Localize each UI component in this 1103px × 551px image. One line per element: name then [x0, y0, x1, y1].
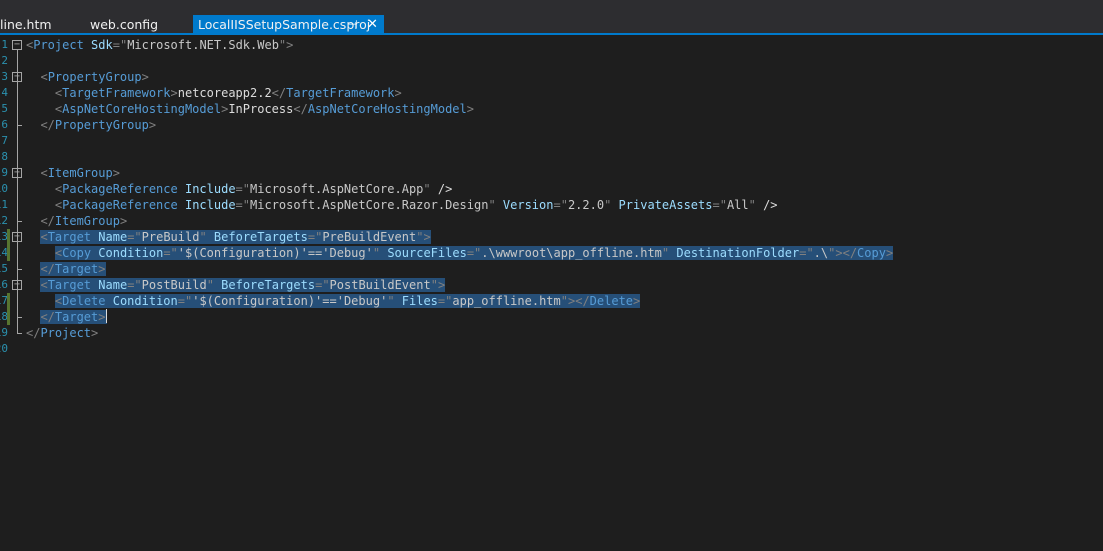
line-number: 12 [0, 214, 8, 227]
code-text: <Target Name="PostBuild" BeforeTargets="… [40, 278, 446, 292]
change-marker [7, 245, 10, 261]
pin-icon[interactable]: ⊣ [348, 15, 358, 34]
code-line[interactable]: 16− <Target Name="PostBuild" BeforeTarge… [0, 277, 1103, 293]
text-cursor [105, 309, 107, 323]
code-text: </PropertyGroup> [40, 118, 157, 132]
code-text: <ItemGroup> [40, 166, 120, 180]
code-line[interactable]: 8 [0, 149, 1103, 165]
fold-guide-end [17, 125, 22, 126]
fold-guide [17, 290, 18, 317]
change-marker [7, 309, 10, 325]
line-number: 11 [0, 198, 8, 211]
code-text: <Copy Condition="'$(Configuration)'=='De… [54, 246, 894, 260]
change-marker [7, 293, 10, 309]
code-line[interactable]: 15 </Target> [0, 261, 1103, 277]
change-marker [7, 229, 10, 245]
line-number: 6 [1, 118, 8, 131]
line-number: 3 [1, 70, 8, 83]
code-text: <PackageReference Include="Microsoft.Asp… [54, 198, 778, 212]
code-line[interactable]: 17 <Delete Condition="'$(Configuration)'… [0, 293, 1103, 309]
code-text: <Target Name="PreBuild" BeforeTargets="P… [40, 230, 431, 244]
code-text: <AspNetCoreHostingModel>InProcess</AspNe… [54, 102, 474, 116]
tab-web-config[interactable]: web.config [90, 15, 190, 34]
code-text: <Project Sdk="Microsoft.NET.Sdk.Web"> [26, 38, 294, 52]
code-line[interactable]: 20 [0, 341, 1103, 357]
code-line[interactable]: 13− <Target Name="PreBuild" BeforeTarget… [0, 229, 1103, 245]
fold-guide-end [17, 269, 22, 270]
line-number: 19 [0, 326, 8, 339]
tab-label: line.htm [0, 17, 52, 32]
code-line[interactable]: 5 <AspNetCoreHostingModel>InProcess</Asp… [0, 101, 1103, 117]
tab-label: LocalIISSetupSample.csproj [198, 17, 371, 32]
line-number: 7 [1, 134, 8, 147]
code-line[interactable]: 2 [0, 53, 1103, 69]
fold-guide-end [17, 333, 22, 334]
code-line[interactable]: 4 <TargetFramework>netcoreapp2.2</Target… [0, 85, 1103, 101]
code-line[interactable]: 19 </Project> [0, 325, 1103, 341]
code-line[interactable]: 11 <PackageReference Include="Microsoft.… [0, 197, 1103, 213]
line-number: 10 [0, 182, 8, 195]
code-text: <PropertyGroup> [40, 70, 149, 84]
fold-guide-end [17, 221, 22, 222]
tab-label: web.config [90, 17, 159, 32]
line-number: 9 [1, 166, 8, 179]
code-editor[interactable]: 1− <Project Sdk="Microsoft.NET.Sdk.Web"> 2… [0, 35, 1103, 551]
close-icon[interactable]: ✕ [367, 15, 378, 34]
code-line[interactable]: 10 <PackageReference Include="Microsoft.… [0, 181, 1103, 197]
fold-guide [17, 82, 18, 125]
line-number: 15 [0, 262, 8, 275]
tab-csproj-active[interactable]: LocalIISSetupSample.csproj ⊣ ✕ [193, 15, 384, 34]
collapse-icon[interactable]: − [12, 40, 22, 50]
fold-guide-end [17, 317, 22, 318]
line-number: 8 [1, 150, 8, 163]
code-line[interactable]: 7 [0, 133, 1103, 149]
code-line[interactable]: 3− <PropertyGroup> [0, 69, 1103, 85]
fold-guide [17, 242, 18, 269]
code-text: </Target> [40, 309, 107, 324]
code-line[interactable]: 6 </PropertyGroup> [0, 117, 1103, 133]
line-number: 16 [0, 278, 8, 291]
code-line[interactable]: 14 <Copy Condition="'$(Configuration)'==… [0, 245, 1103, 261]
line-number: 2 [1, 54, 8, 67]
code-text: </ItemGroup> [40, 214, 128, 228]
code-line[interactable]: 1− <Project Sdk="Microsoft.NET.Sdk.Web"> [0, 37, 1103, 53]
code-line[interactable]: 12 </ItemGroup> [0, 213, 1103, 229]
code-text: <TargetFramework>netcoreapp2.2</TargetFr… [54, 86, 402, 100]
code-text: </Project> [26, 326, 99, 340]
line-number: 20 [0, 342, 8, 355]
code-text: <PackageReference Include="Microsoft.Asp… [54, 182, 453, 196]
document-tab-bar: line.htm web.config LocalIISSetupSample.… [0, 0, 1103, 35]
tab-line-htm[interactable]: line.htm [0, 15, 58, 34]
line-number: 1 [1, 38, 8, 51]
code-line[interactable]: 9− <ItemGroup> [0, 165, 1103, 181]
line-number: 4 [1, 86, 8, 99]
line-number: 5 [1, 102, 8, 115]
code-line[interactable]: 18 </Target> [0, 309, 1103, 325]
code-text: </Target> [40, 262, 106, 276]
fold-guide [17, 178, 18, 221]
code-text: <Delete Condition="'$(Configuration)'=='… [54, 294, 641, 308]
